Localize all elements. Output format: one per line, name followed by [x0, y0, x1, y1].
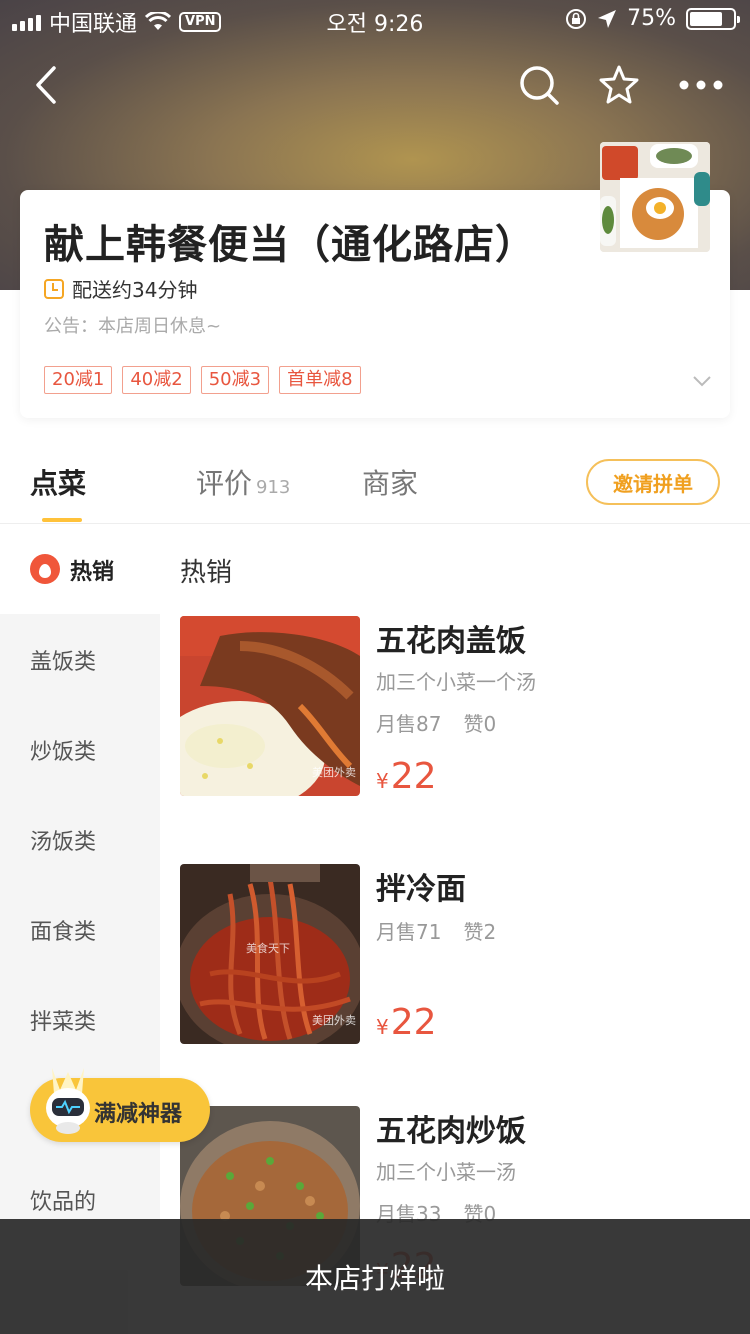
- food-description: 加三个小菜一个汤: [376, 670, 536, 694]
- promo-tag: 首单减8: [279, 366, 361, 394]
- likes-count: 赞0: [463, 712, 497, 736]
- tab-reviews[interactable]: 评价 913: [196, 462, 290, 502]
- promo-tag: 50减3: [200, 366, 270, 394]
- sidebar-item-noodles[interactable]: 面食类: [30, 914, 96, 946]
- expand-button[interactable]: [692, 372, 712, 391]
- food-item[interactable]: 美团外卖 五花肉盖饭 加三个小菜一个汤 月售87 赞0 ¥22: [180, 616, 740, 816]
- orientation-lock-icon: [566, 8, 587, 29]
- sidebar-item-hot[interactable]: 热销: [0, 524, 160, 614]
- chevron-left-icon: [36, 66, 56, 104]
- battery-icon: [686, 7, 740, 30]
- monthly-sales: 月售71: [376, 920, 442, 944]
- star-icon: [599, 65, 639, 104]
- currency-symbol: ¥: [376, 769, 389, 793]
- tab-reviews-label: 评价: [196, 467, 253, 500]
- back-button[interactable]: [22, 60, 72, 110]
- tab-merchant[interactable]: 商家: [362, 462, 418, 502]
- search-button[interactable]: [514, 60, 564, 110]
- sidebar-item-rice-bowl[interactable]: 盖饭类: [30, 644, 96, 676]
- sidebar-item-fried-rice[interactable]: 炒饭类: [30, 734, 96, 766]
- store-thumbnail[interactable]: [600, 142, 710, 252]
- tab-active-indicator: [42, 518, 82, 522]
- food-price: ¥22: [376, 756, 437, 797]
- monthly-sales: 月售87: [376, 712, 442, 736]
- promo-tag: 20减1: [44, 366, 113, 394]
- sidebar-item-soup-rice[interactable]: 汤饭类: [30, 824, 96, 856]
- battery-percent: 75%: [627, 6, 676, 31]
- tab-order[interactable]: 点菜: [30, 462, 86, 502]
- store-tabs: 点菜 评价 913 商家 邀请拼单: [0, 440, 750, 524]
- robot-icon: [46, 1068, 90, 1134]
- image-watermark: 美食天下: [246, 942, 290, 955]
- food-name: 五花肉盖饭: [376, 624, 526, 659]
- discount-helper-button[interactable]: 满减神器: [30, 1068, 210, 1142]
- sidebar-item-label: 热销: [70, 560, 115, 585]
- food-price: ¥22: [376, 1002, 437, 1043]
- store-notice: 公告：本店周日休息~: [44, 316, 222, 337]
- food-stats: 月售71 赞2: [376, 916, 496, 945]
- image-watermark: 美团外卖: [312, 766, 356, 779]
- food-name: 五花肉炒饭: [376, 1114, 526, 1149]
- image-watermark: 美团外卖: [312, 1014, 356, 1027]
- likes-count: 赞2: [463, 920, 497, 944]
- price-value: 22: [390, 1002, 437, 1043]
- chevron-down-icon: [693, 376, 711, 387]
- clock-icon: [44, 278, 64, 299]
- delivery-time-label: 配送约34分钟: [72, 278, 198, 302]
- food-name: 拌冷面: [376, 872, 466, 907]
- invite-group-order-button[interactable]: 邀请拼单: [586, 459, 720, 505]
- promo-tags: 20减1 40减2 50减3 首单减8: [44, 366, 361, 394]
- flame-icon: [30, 554, 60, 584]
- price-value: 22: [390, 756, 437, 797]
- delivery-time: 配送约34分钟: [44, 274, 197, 303]
- status-bar: 中国联通 VPN 오전 9:26 75%: [0, 0, 750, 40]
- more-button[interactable]: [676, 60, 726, 110]
- location-arrow-icon: [598, 9, 617, 28]
- store-closed-banner: 本店打烊啦: [0, 1219, 750, 1334]
- search-icon: [520, 66, 559, 105]
- food-description: 加三个小菜一汤: [376, 1160, 516, 1184]
- tab-reviews-count: 913: [256, 477, 291, 498]
- store-name: 献上韩餐便当（通化路店）: [44, 222, 536, 268]
- currency-symbol: ¥: [376, 1015, 389, 1039]
- favorite-button[interactable]: [594, 60, 644, 110]
- food-image: 美食天下 美团外卖: [180, 864, 360, 1044]
- food-image: 美团外卖: [180, 616, 360, 796]
- promo-tag: 40减2: [122, 366, 191, 394]
- discount-helper-label: 满减神器: [94, 1102, 183, 1127]
- sidebar-item-drinks[interactable]: 饮品的: [30, 1184, 96, 1216]
- section-title: 热销: [180, 558, 233, 588]
- more-icon: [679, 80, 723, 90]
- food-stats: 月售87 赞0: [376, 708, 496, 737]
- sidebar-item-mixed-dishes[interactable]: 拌菜类: [30, 1004, 96, 1036]
- food-item[interactable]: 美食天下 美团外卖 拌冷面 月售71 赞2 ¥22: [180, 864, 740, 1064]
- store-closed-label: 本店打烊啦: [304, 1261, 445, 1295]
